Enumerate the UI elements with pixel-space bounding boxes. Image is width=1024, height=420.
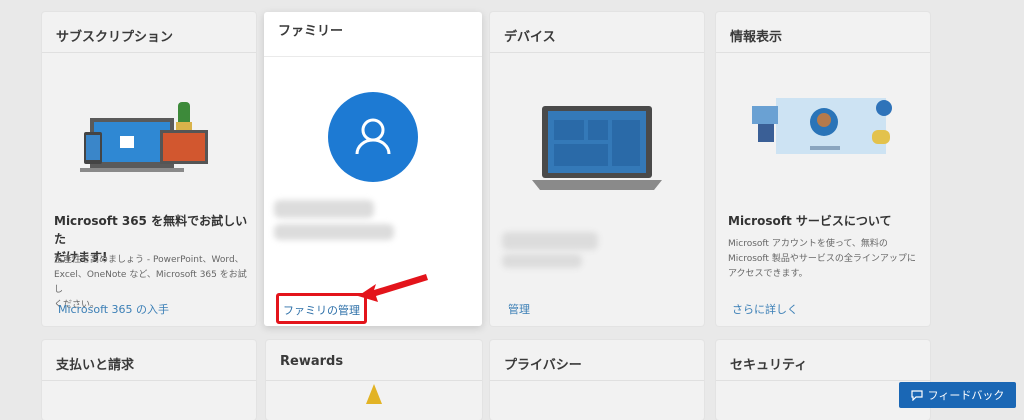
card-title: デバイス <box>504 30 556 45</box>
learn-more-link[interactable]: さらに詳しく <box>732 301 798 317</box>
divider <box>716 52 930 53</box>
divider <box>266 380 482 381</box>
divider <box>490 52 704 53</box>
manage-devices-link[interactable]: 管理 <box>508 301 530 317</box>
card-title: サブスクリプション <box>56 30 174 45</box>
desc-line: アクセスできます。 <box>728 269 808 279</box>
manage-family-link[interactable]: ファミリの管理 <box>283 304 360 317</box>
info-description: Microsoft アカウントを使って、無料の Microsoft 製品やサービ… <box>728 237 928 282</box>
subscription-card: サブスクリプション Microsoft 365 を無料でお試しいた だけます! … <box>42 12 256 326</box>
headline-line: Microsoft 365 を無料でお試しいた <box>54 214 248 246</box>
desc-line: Excel、OneNote など、Microsoft 365 をお試し <box>54 270 247 295</box>
blurred-device-name <box>502 232 598 250</box>
office-devices-illustration <box>80 102 208 172</box>
payment-billing-card[interactable]: 支払いと請求 <box>42 340 256 420</box>
person-avatar <box>328 92 418 182</box>
info-card: 情報表示 Microsoft サービスについて Microsoft アカウントを… <box>716 12 930 326</box>
card-title: セキュリティ <box>730 358 808 373</box>
blurred-email <box>274 224 394 240</box>
feedback-label: フィードバック <box>927 389 1005 402</box>
blurred-name <box>274 200 374 218</box>
desc-line: 生産性を高めましょう - PowerPoint、Word、 <box>54 255 244 265</box>
manage-family-highlight: ファミリの管理 <box>276 293 367 324</box>
security-card[interactable]: セキュリティ <box>716 340 930 420</box>
person-icon <box>355 118 391 155</box>
desc-line: Microsoft アカウントを使って、無料の <box>728 239 888 249</box>
divider <box>42 380 256 381</box>
desc-line: Microsoft 製品やサービスの全ラインアップに <box>728 254 916 264</box>
devices-card: デバイス 管理 <box>490 12 704 326</box>
blurred-device-detail <box>502 254 582 268</box>
card-title: プライバシー <box>504 358 582 373</box>
divider <box>264 56 482 57</box>
services-illustration <box>752 98 892 154</box>
comment-icon <box>911 389 923 401</box>
divider <box>716 380 930 381</box>
trophy-icon <box>366 384 382 404</box>
feedback-button[interactable]: フィードバック <box>899 382 1016 408</box>
privacy-card[interactable]: プライバシー <box>490 340 704 420</box>
info-headline: Microsoft サービスについて <box>728 214 892 228</box>
card-title: 支払いと請求 <box>56 358 135 373</box>
rewards-card[interactable]: Rewards <box>266 340 482 420</box>
card-title: Rewards <box>280 354 344 369</box>
laptop-illustration <box>532 106 662 190</box>
card-title: ファミリー <box>278 24 344 39</box>
card-title: 情報表示 <box>730 30 783 45</box>
divider <box>490 380 704 381</box>
divider <box>42 52 256 53</box>
get-microsoft-365-link[interactable]: Microsoft 365 の入手 <box>58 301 169 317</box>
red-arrow-annotation <box>358 274 428 302</box>
